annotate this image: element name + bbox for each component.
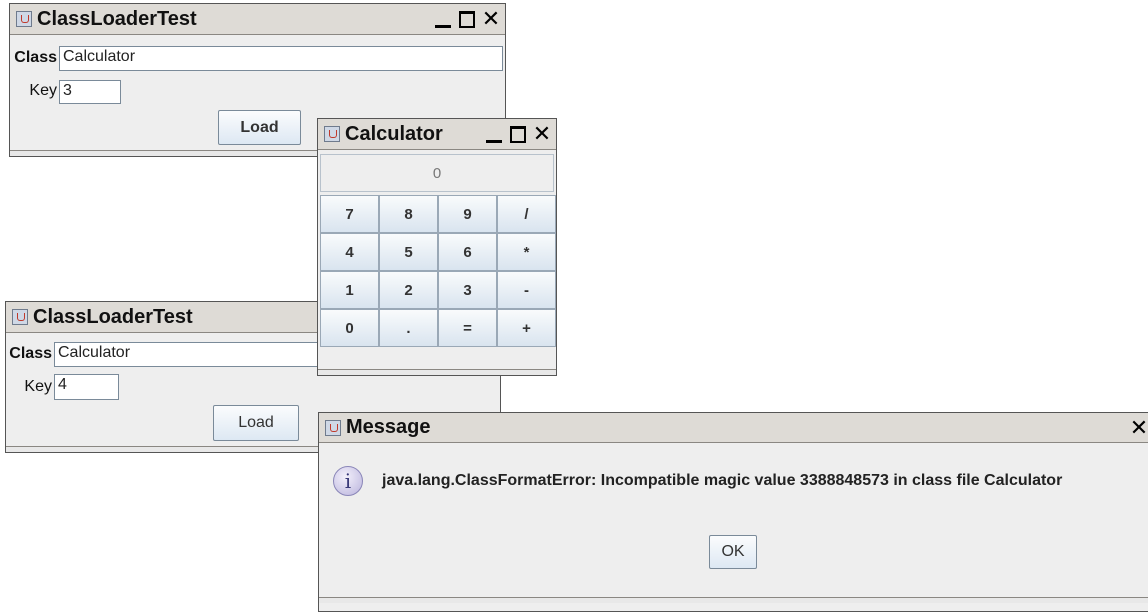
key-input[interactable]: 4 — [54, 374, 119, 400]
java-app-icon — [16, 11, 32, 27]
information-icon: i — [333, 466, 363, 496]
java-app-icon — [12, 309, 28, 325]
calculator-bottom-edge — [318, 369, 556, 375]
window-1-title: ClassLoaderTest — [37, 7, 197, 30]
load-button[interactable]: Load — [213, 405, 299, 441]
calc-key[interactable]: 0 — [320, 309, 379, 347]
message-titlebar[interactable]: Message ✕ — [319, 413, 1148, 443]
calculator-display: 0 — [320, 154, 554, 192]
maximize-icon[interactable] — [507, 122, 529, 146]
calc-key[interactable]: . — [379, 309, 438, 347]
error-message: java.lang.ClassFormatError: Incompatible… — [382, 472, 1063, 489]
calc-key[interactable]: * — [497, 233, 556, 271]
java-app-icon — [325, 419, 341, 436]
calc-key[interactable]: 6 — [438, 233, 497, 271]
message-bottom-edge — [319, 597, 1148, 603]
message-title: Message — [346, 416, 431, 438]
minimize-icon[interactable] — [432, 7, 454, 31]
calc-key[interactable]: 7 — [320, 195, 379, 233]
calc-key[interactable]: 3 — [438, 271, 497, 309]
ok-button[interactable]: OK — [709, 535, 757, 569]
minimize-icon[interactable] — [483, 122, 505, 146]
calc-key[interactable]: = — [438, 309, 497, 347]
close-icon[interactable]: ✕ — [531, 122, 553, 146]
class-label: Class — [14, 49, 57, 66]
calc-key[interactable]: 1 — [320, 271, 379, 309]
key-label: Key — [24, 378, 52, 395]
load-button[interactable]: Load — [218, 110, 301, 145]
calc-key[interactable]: + — [497, 309, 556, 347]
calc-key[interactable]: 2 — [379, 271, 438, 309]
message-dialog: Message ✕ i java.lang.ClassFormatError: … — [318, 412, 1148, 612]
calc-key[interactable]: 9 — [438, 195, 497, 233]
calculator-window: Calculator ✕ 0 7 8 9/ 4 5 6 * 1 2 3- 0. = + — [317, 118, 557, 376]
calc-key[interactable]: 5 — [379, 233, 438, 271]
key-input[interactable]: 3 — [59, 80, 121, 104]
class-input[interactable]: Calculator — [59, 46, 503, 71]
calc-key[interactable]: 8 — [379, 195, 438, 233]
close-icon[interactable]: ✕ — [480, 7, 502, 31]
calc-key[interactable]: / — [497, 195, 556, 233]
maximize-icon[interactable] — [456, 7, 478, 31]
key-label: Key — [29, 82, 57, 99]
close-icon[interactable]: ✕ — [1128, 415, 1148, 440]
class-label: Class — [9, 345, 52, 362]
window-1-titlebar[interactable]: ClassLoaderTest ✕ — [10, 4, 505, 35]
calculator-titlebar[interactable]: Calculator ✕ — [318, 119, 556, 150]
calc-key[interactable]: 4 — [320, 233, 379, 271]
java-app-icon — [324, 126, 340, 142]
calc-key[interactable]: - — [497, 271, 556, 309]
calculator-title: Calculator — [345, 122, 443, 145]
